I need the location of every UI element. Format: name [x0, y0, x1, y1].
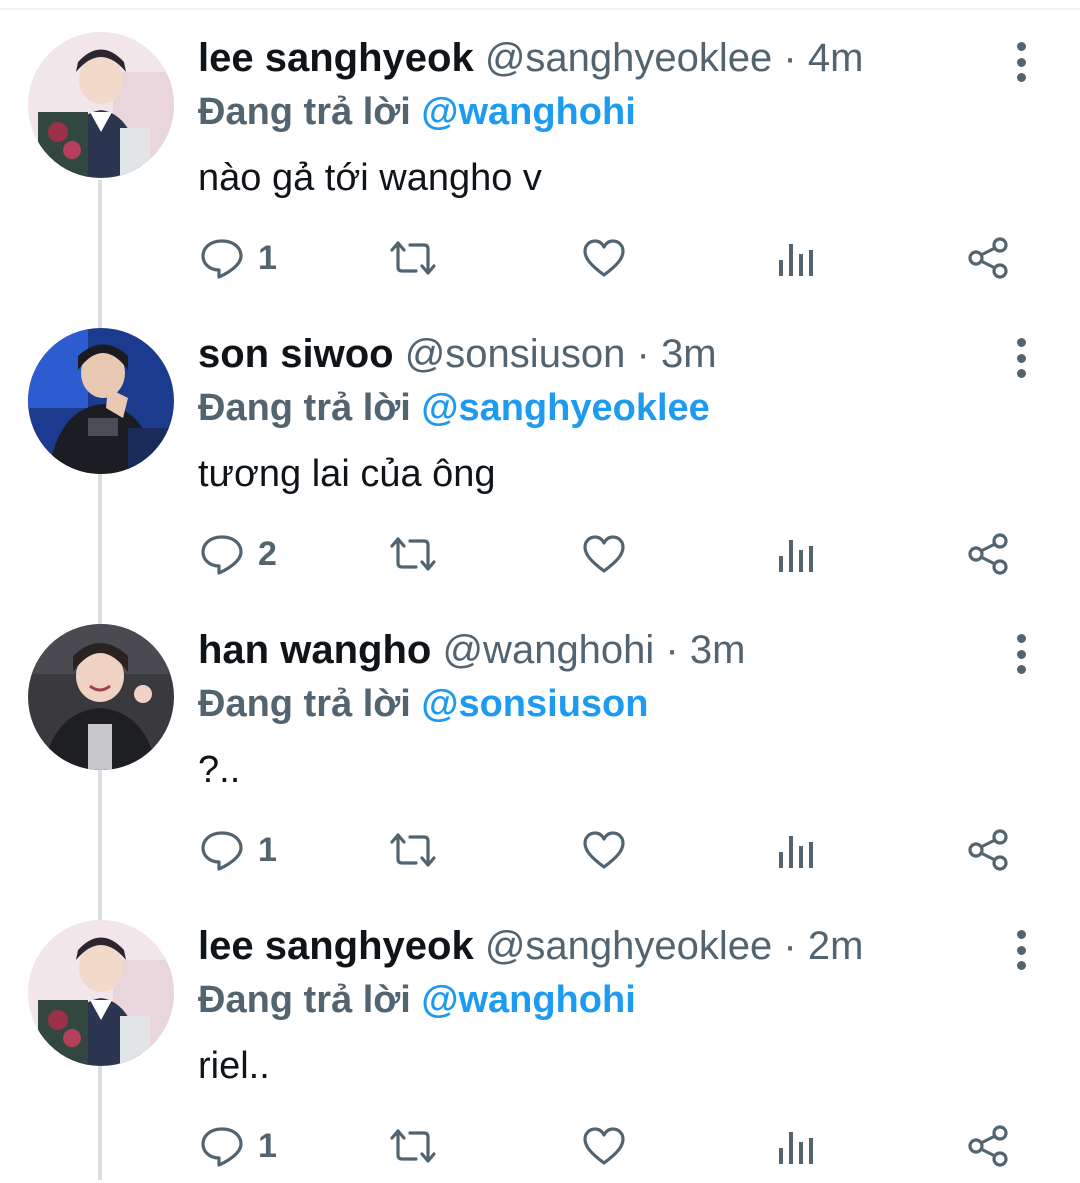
reply-button[interactable]: 1 [200, 1124, 277, 1168]
tweet-text: riel.. [198, 1045, 270, 1087]
avatar[interactable] [28, 920, 174, 1066]
more-icon[interactable] [1006, 42, 1036, 82]
views-button[interactable] [776, 236, 816, 280]
display-name[interactable]: son siwoo [198, 332, 394, 376]
retweet-button[interactable] [388, 236, 438, 280]
reply-button[interactable]: 1 [200, 236, 277, 280]
tweet-text: ?.. [198, 749, 241, 791]
timestamp[interactable]: 3m [690, 628, 746, 672]
tweet-text: tương lai của ông [198, 453, 496, 495]
reply-count: 2 [258, 534, 277, 573]
views-button[interactable] [776, 1124, 816, 1168]
like-button[interactable] [582, 236, 626, 280]
views-icon [779, 836, 813, 868]
reply-icon [201, 239, 243, 279]
mention-link[interactable]: @sanghyeoklee [421, 387, 709, 429]
display-name[interactable]: han wangho [198, 628, 431, 672]
mention-link[interactable]: @wanghohi [421, 91, 635, 133]
views-button[interactable] [776, 828, 816, 872]
retweet-button[interactable] [388, 1124, 438, 1168]
like-icon [583, 1127, 625, 1165]
separator-dot: · [772, 36, 808, 80]
timestamp[interactable]: 2m [808, 924, 864, 968]
username[interactable]: @sanghyeoklee [485, 924, 772, 968]
share-button[interactable] [966, 236, 1010, 280]
views-icon [779, 244, 813, 276]
tweet[interactable]: han wangho @wanghohi · 3m Đang trả lời @… [0, 592, 1080, 887]
action-bar: 2 [0, 532, 1080, 582]
reply-button[interactable]: 2 [200, 532, 277, 576]
action-bar: 1 [0, 1124, 1080, 1174]
username[interactable]: @sonsiuson [405, 332, 626, 376]
like-button[interactable] [582, 828, 626, 872]
like-button[interactable] [582, 532, 626, 576]
username[interactable]: @sanghyeoklee [485, 36, 772, 80]
retweet-icon [390, 241, 436, 275]
share-icon [968, 237, 1008, 279]
reply-icon [201, 831, 243, 871]
more-icon[interactable] [1006, 338, 1036, 378]
like-icon [583, 239, 625, 277]
timestamp[interactable]: 4m [808, 36, 864, 80]
tweet[interactable]: lee sanghyeok @sanghyeoklee · 4m Đang tr… [0, 0, 1080, 295]
replying-to-label: Đang trả lời [198, 91, 411, 133]
display-name[interactable]: lee sanghyeok [198, 924, 474, 968]
reply-icon [201, 1127, 243, 1167]
timestamp[interactable]: 3m [661, 332, 717, 376]
replying-to-label: Đang trả lời [198, 387, 411, 429]
like-button[interactable] [582, 1124, 626, 1168]
action-bar: 1 [0, 236, 1080, 286]
replying-to-label: Đang trả lời [198, 979, 411, 1021]
views-button[interactable] [776, 532, 816, 576]
reply-button[interactable]: 1 [200, 828, 277, 872]
avatar[interactable] [28, 32, 174, 178]
share-button[interactable] [966, 1124, 1010, 1168]
tweet-text: nào gả tới wangho v [198, 157, 542, 199]
share-button[interactable] [966, 828, 1010, 872]
retweet-icon [390, 833, 436, 867]
mention-link[interactable]: @sonsiuson [421, 683, 648, 725]
reply-icon [201, 535, 243, 575]
mention-link[interactable]: @wanghohi [421, 979, 635, 1021]
retweet-button[interactable] [388, 828, 438, 872]
action-bar: 1 [0, 828, 1080, 878]
share-icon [968, 829, 1008, 871]
reply-count: 1 [258, 830, 277, 869]
display-name[interactable]: lee sanghyeok [198, 36, 474, 80]
reply-count: 1 [258, 238, 277, 277]
retweet-icon [390, 1129, 436, 1163]
separator-dot: · [654, 628, 690, 672]
separator-dot: · [772, 924, 808, 968]
reply-count: 1 [258, 1126, 277, 1165]
retweet-icon [390, 537, 436, 571]
more-icon[interactable] [1006, 930, 1036, 970]
like-icon [583, 535, 625, 573]
tweet[interactable]: lee sanghyeok @sanghyeoklee · 2m Đang tr… [0, 888, 1080, 1183]
username[interactable]: @wanghohi [442, 628, 654, 672]
views-icon [779, 540, 813, 572]
separator-dot: · [625, 332, 661, 376]
retweet-button[interactable] [388, 532, 438, 576]
replying-to-label: Đang trả lời [198, 683, 411, 725]
tweet[interactable]: son siwoo @sonsiuson · 3m Đang trả lời @… [0, 296, 1080, 591]
avatar[interactable] [28, 624, 174, 770]
like-icon [583, 831, 625, 869]
share-icon [968, 533, 1008, 575]
share-icon [968, 1125, 1008, 1167]
views-icon [779, 1132, 813, 1164]
avatar[interactable] [28, 328, 174, 474]
more-icon[interactable] [1006, 634, 1036, 674]
share-button[interactable] [966, 532, 1010, 576]
